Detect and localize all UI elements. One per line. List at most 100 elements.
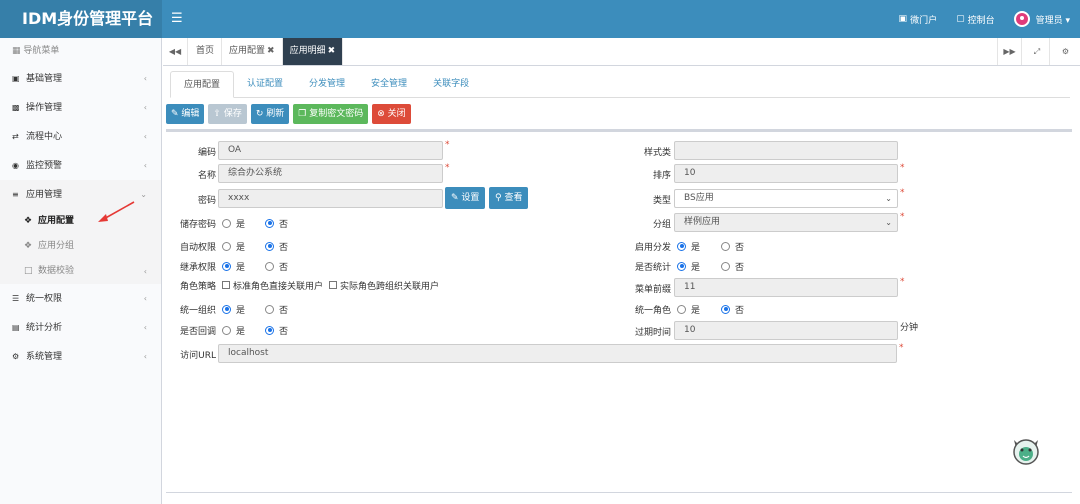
unify-role-yes[interactable]: 是 [677,302,700,316]
close-icon[interactable]: ✖ [267,46,275,56]
radio-checked [222,304,231,314]
save-button[interactable]: ⇧ 保存 [208,104,247,124]
app-dist-label: 启用分发 [634,243,671,253]
radio [265,304,274,314]
sidebar-item-label: 系统管理 [26,352,63,362]
tab-app-config[interactable]: 应用配置 ✖ [222,38,283,65]
copy-secret-button[interactable]: ❐ 复制密文密码 [293,104,369,124]
store-password-yes[interactable]: 是 [222,216,245,230]
stats-label: 是否统计 [634,263,671,273]
callback-label: 是否回调 [179,327,216,337]
tab-app-detail[interactable]: 应用明细 ✖ [282,38,344,65]
order-field[interactable]: 10 [674,164,898,183]
sidebar-item-ops[interactable]: ▩ 操作管理 ‹ [0,93,161,122]
sidebar-item-stats[interactable]: ▤ 统计分析 ‹ [0,313,161,342]
code-label: 编码 [197,148,216,158]
unify-role-no[interactable]: 否 [721,302,744,316]
edit-button[interactable]: ✎ 编辑 [166,104,205,124]
radio-label: 否 [279,219,289,230]
mascot-icon[interactable] [1010,434,1042,466]
radio-checked [721,304,730,314]
expire-label: 过期时间 [634,328,671,338]
tab-label: 应用明细 [289,46,326,56]
name-field[interactable]: 综合办公系统 [218,164,443,183]
sidebar-subitem-app-config[interactable]: ❖ 应用配置 [0,209,161,234]
portal-link[interactable]: ▣ 微门户 [899,13,938,26]
sitemap-icon: ☰ [12,294,20,303]
refresh-icon: ↻ [255,109,267,119]
radio-label: 否 [279,305,289,316]
user-menu[interactable]: 管理员 ▾ [1013,11,1070,27]
checkbox [329,281,337,289]
expire-field[interactable]: 10 [674,321,898,340]
auto-perm-no[interactable]: 否 [265,239,288,253]
app-dist-no[interactable]: 否 [721,239,744,253]
code-field[interactable]: OA [218,141,443,160]
inherit-perm-label: 继承权限 [179,263,216,273]
subtab-app-config[interactable]: 应用配置 [170,71,235,98]
sidebar-item-perm[interactable]: ☰ 统一权限 ‹ [0,284,161,313]
role-policy-option-2[interactable]: 实际角色跨组织关联用户 [329,278,439,292]
store-password-no[interactable]: 否 [265,216,288,230]
group-select[interactable]: 样例应用 ⌄ [674,213,898,232]
chevron-left-icon: ‹ [143,161,147,170]
subtab-linked-fields[interactable]: 关联字段 [420,71,482,98]
app-title[interactable]: IDM身份管理平台 [0,0,162,38]
expire-unit: 分钟 [900,323,919,333]
scroll-right-icon[interactable]: ▶▶ [997,38,1022,65]
sidebar-subitem-data-check[interactable]: □ 数据校验 ‹ [0,259,161,284]
sidebar-item-system[interactable]: ⚙ 系统管理 ‹ [0,342,161,371]
refresh-label: 刷新 [266,109,285,119]
password-field[interactable]: xxxx [218,189,443,208]
hamburger-icon[interactable]: ☰ [171,11,183,27]
callback-yes[interactable]: 是 [222,323,245,337]
unify-org-no[interactable]: 否 [265,302,288,316]
unify-org-yes[interactable]: 是 [222,302,245,316]
main-content: 应用配置 认证配置 分发管理 安全管理 关联字段 ✎ 编辑 ⇧ 保存 ↻ 刷新 … [163,66,1080,504]
sidebar-item-monitor[interactable]: ◉ 监控预警 ‹ [0,151,161,180]
sidebar-header-label: 导航菜单 [23,46,60,56]
refresh-button[interactable]: ↻ 刷新 [250,104,290,124]
subtab-auth-config[interactable]: 认证配置 [234,71,296,98]
inherit-perm-no[interactable]: 否 [265,259,288,273]
radio-checked [265,325,274,335]
checkbox [222,281,230,289]
close-button[interactable]: ⊗ 关闭 [372,104,411,124]
inherit-perm-yes[interactable]: 是 [222,259,245,273]
app-dist-yes[interactable]: 是 [677,239,700,253]
view-password-button[interactable]: ⚲ 查看 [489,187,529,209]
type-select[interactable]: BS应用 ⌄ [674,189,898,208]
radio-label: 否 [279,262,289,273]
sidebar-subitem-label: 应用配置 [38,216,75,226]
radio [265,261,274,271]
tab-home[interactable]: 首页 [189,38,223,65]
chevron-down-icon: ⌄ [885,194,892,203]
required-mark: * [900,163,905,173]
url-field[interactable]: localhost [218,344,897,363]
style-field[interactable] [674,141,898,160]
fullscreen-icon[interactable]: ⤢ [1025,38,1050,65]
stats-yes[interactable]: 是 [677,259,700,273]
radio-label: 否 [735,242,745,253]
subtab-distribution[interactable]: 分发管理 [296,71,358,98]
auto-perm-yes[interactable]: 是 [222,239,245,253]
callback-no[interactable]: 否 [265,323,288,337]
set-label: 设置 [461,193,480,203]
set-password-button[interactable]: ✎ 设置 [445,187,486,209]
gear-icon[interactable]: ⚙ [1053,38,1078,65]
radio-label: 是 [691,242,701,253]
scroll-left-icon[interactable]: ◀◀ [163,38,188,65]
sidebar-item-apps[interactable]: ≡ 应用管理 ⌄ [0,180,161,209]
app-form: 编码 OA * 名称 综合办公系统 * 密码 xxxx ✎ 设置 ⚲ 查看 储存… [166,129,1072,493]
subtab-security[interactable]: 安全管理 [358,71,420,98]
sidebar-subitem-app-group[interactable]: ❖ 应用分组 [0,234,161,259]
menu-prefix-field[interactable]: 11 [674,278,898,297]
console-link[interactable]: ▢ 控制台 [956,13,995,26]
sidebar-item-flow[interactable]: ⇄ 流程中心 ‹ [0,122,161,151]
top-header: IDM身份管理平台 ☰ ▣ 微门户 ▢ 控制台 管理员 ▾ [0,0,1080,38]
checkbox-label: 实际角色跨组织关联用户 [340,281,440,292]
sidebar-item-basic[interactable]: ▣ 基础管理 ‹ [0,64,161,93]
close-icon[interactable]: ✖ [328,46,336,56]
stats-no[interactable]: 否 [721,259,744,273]
role-policy-option-1[interactable]: 标准角色直接关联用户 [222,278,323,292]
